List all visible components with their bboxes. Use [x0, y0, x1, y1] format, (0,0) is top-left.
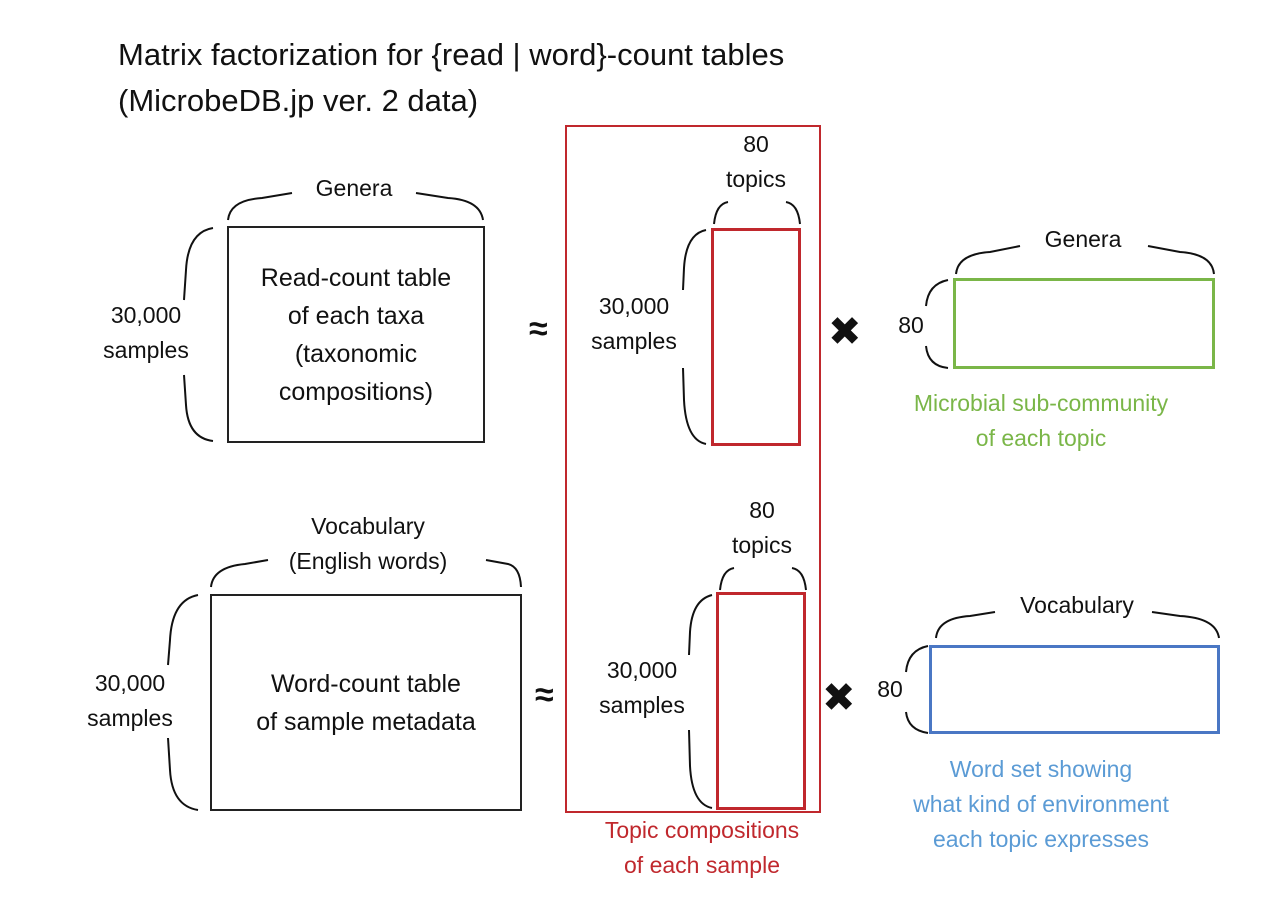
- samples-word: samples: [87, 705, 173, 731]
- caption-line: what kind of environment: [913, 791, 1169, 817]
- diagram-title: Matrix factorization for {read | word}-c…: [118, 32, 784, 124]
- topics-word: topics: [731, 532, 793, 558]
- mid-samples-word: samples: [591, 328, 677, 354]
- mid-samples-count: 30,000: [606, 657, 678, 683]
- table-text-line: Read-count table: [260, 263, 452, 292]
- vocab-word: Vocabulary: [311, 513, 425, 539]
- topics-word: topics: [725, 166, 787, 192]
- vocabulary-label: Vocabulary (English words): [266, 509, 470, 579]
- microbial-caption: Microbial sub-community of each topic: [880, 386, 1202, 456]
- topics-label-bottom: 80 topics: [714, 493, 810, 563]
- title-line-2: (MicrobeDB.jp ver. 2 data): [118, 83, 479, 118]
- approx-symbol-bottom: ≈: [535, 676, 554, 714]
- table-text-line: Word-count table: [271, 669, 461, 698]
- caption-line: Topic compositions: [604, 817, 800, 843]
- right-vocabulary-label: Vocabulary: [1020, 592, 1134, 618]
- samples-label-top: 30,000 samples: [92, 298, 200, 368]
- samples-count: 30,000: [110, 302, 182, 328]
- topic-matrix-top: [711, 228, 801, 446]
- caption-line: Word set showing: [949, 756, 1133, 782]
- vocab-sub: (English words): [288, 548, 448, 574]
- right-rows-brace-top: [925, 279, 949, 369]
- right-genera-label: Genera: [1044, 226, 1122, 252]
- topics-count: 80: [749, 497, 775, 523]
- times-icon-bottom: ✖: [822, 675, 856, 721]
- title-line-1: Matrix factorization for {read | word}-c…: [118, 37, 785, 72]
- caption-line: of each topic: [975, 425, 1107, 451]
- caption-line: of each sample: [624, 852, 780, 878]
- table-text-line: compositions): [278, 377, 434, 406]
- genera-label: Genera: [315, 175, 393, 201]
- table-text-line: (taxonomic: [294, 339, 418, 368]
- approx-symbol-top: ≈: [529, 310, 548, 348]
- word-set-matrix: [929, 645, 1220, 734]
- word-set-caption: Word set showing what kind of environmen…: [880, 752, 1202, 857]
- topic-compositions-caption: Topic compositions of each sample: [562, 813, 842, 883]
- mid-samples-word: samples: [599, 692, 685, 718]
- right-rows-brace-bottom: [905, 645, 929, 734]
- word-count-table: Word-count table of sample metadata: [210, 594, 522, 811]
- caption-line: Microbial sub-community: [913, 390, 1169, 416]
- times-icon-top: ✖: [828, 309, 862, 355]
- read-count-table: Read-count table of each taxa (taxonomic…: [227, 226, 485, 443]
- mid-samples-label-bottom: 30,000 samples: [588, 653, 696, 723]
- samples-word: samples: [103, 337, 189, 363]
- table-text-line: of each taxa: [287, 301, 425, 330]
- mid-samples-label-top: 30,000 samples: [580, 289, 688, 359]
- samples-label-bottom: 30,000 samples: [76, 666, 184, 736]
- table-text-line: of sample metadata: [256, 707, 476, 736]
- topic-matrix-bottom: [716, 592, 806, 810]
- caption-line: each topic expresses: [932, 826, 1150, 852]
- microbial-sub-community-matrix: [953, 278, 1215, 369]
- topics-label-top: 80 topics: [708, 127, 804, 197]
- rows-label-bottom: 80: [877, 676, 903, 702]
- rows-label-top: 80: [898, 312, 924, 338]
- samples-count: 30,000: [94, 670, 166, 696]
- topics-count: 80: [743, 131, 769, 157]
- mid-samples-count: 30,000: [598, 293, 670, 319]
